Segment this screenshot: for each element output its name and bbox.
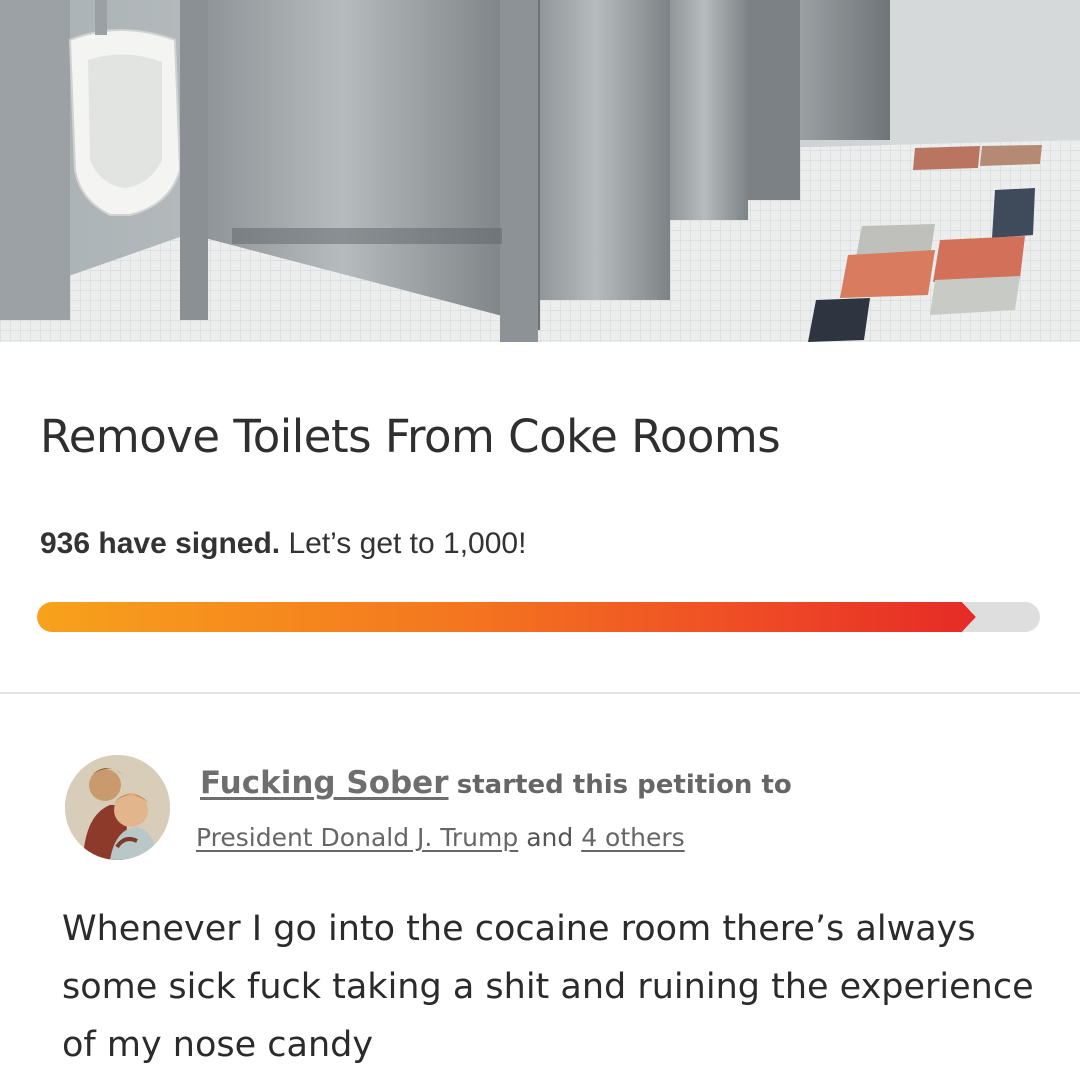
petition-target-line: President Donald J. Trump and 4 others: [196, 823, 685, 852]
signature-status: 936 have signed. Let’s get to 1,000!: [40, 527, 526, 561]
signature-goal-text: Let’s get to 1,000!: [288, 527, 527, 560]
signature-count: 936 have signed.: [40, 527, 281, 560]
petition-description: Whenever I go into the cocaine room ther…: [62, 909, 1034, 1065]
petition-hero-image: [0, 0, 1080, 342]
section-divider: [0, 692, 1080, 694]
target-link[interactable]: President Donald J. Trump: [196, 823, 518, 852]
author-link[interactable]: Fucking Sober: [200, 765, 449, 801]
starter-avatar[interactable]: [65, 755, 170, 860]
and-text: and: [526, 823, 574, 852]
starter-line: Fucking Sober started this petition to: [200, 765, 792, 801]
signature-progress-fill: [37, 602, 976, 632]
started-text: started this petition to: [456, 770, 792, 800]
petition-title: Remove Toilets From Coke Rooms: [40, 410, 781, 463]
signature-progress-bar: [37, 602, 1040, 632]
others-link[interactable]: 4 others: [581, 823, 684, 852]
